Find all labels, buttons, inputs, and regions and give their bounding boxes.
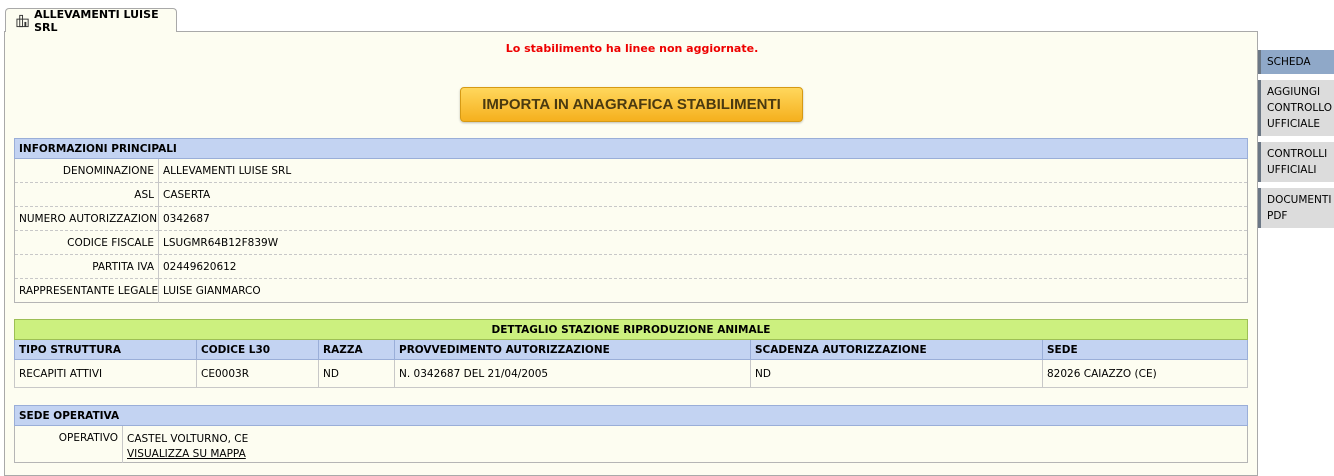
- info-label: NUMERO AUTORIZZAZIONE: [14, 206, 159, 231]
- sede-table: SEDE OPERATIVA OPERATIVO CASTEL VOLTURNO…: [13, 405, 1249, 463]
- info-row: ASL CASERTA: [14, 182, 1248, 207]
- table-cell: N. 0342687 DEL 21/04/2005: [394, 359, 751, 388]
- info-value: ALLEVAMENTI LUISE SRL: [158, 158, 1248, 183]
- info-row: NUMERO AUTORIZZAZIONE 0342687: [14, 206, 1248, 231]
- sidebar-item-documenti-pdf[interactable]: DOCUMENTI PDF: [1258, 188, 1334, 228]
- info-table: INFORMAZIONI PRINCIPALI DENOMINAZIONE ALL…: [13, 138, 1249, 303]
- info-row: CODICE FISCALE LSUGMR64B12F839W: [14, 230, 1248, 255]
- tab-stabilimento[interactable]: ALLEVAMENTI LUISE SRL: [5, 7, 177, 34]
- map-link[interactable]: VISUALIZZA SU MAPPA: [127, 447, 1243, 462]
- info-header: INFORMAZIONI PRINCIPALI: [13, 138, 1249, 159]
- detail-column-headers: TIPO STRUTTURA CODICE L30 RAZZA PROVVEDI…: [14, 339, 1249, 360]
- column-header: RAZZA: [318, 339, 395, 360]
- table-cell: ND: [318, 359, 395, 388]
- column-header: TIPO STRUTTURA: [14, 339, 197, 360]
- info-value: LUISE GIANMARCO: [158, 278, 1248, 303]
- sede-label: OPERATIVO: [14, 425, 123, 463]
- column-header: CODICE L30: [196, 339, 319, 360]
- detail-header: DETTAGLIO STAZIONE RIPRODUZIONE ANIMALE: [13, 319, 1249, 340]
- table-row: RECAPITI ATTIVI CE0003R ND N. 0342687 DE…: [14, 359, 1249, 388]
- alert-message: Lo stabilimento ha linee non aggiornate.: [505, 42, 759, 55]
- sede-header: SEDE OPERATIVA: [13, 405, 1249, 426]
- sidebar-item-scheda[interactable]: SCHEDA: [1258, 50, 1334, 74]
- sede-value: CASTEL VOLTURNO, CE VISUALIZZA SU MAPPA: [122, 425, 1248, 463]
- info-label: RAPPRESENTANTE LEGALE: [14, 278, 159, 303]
- column-header: SCADENZA AUTORIZZAZIONE: [750, 339, 1043, 360]
- column-header: PROVVEDIMENTO AUTORIZZAZIONE: [394, 339, 751, 360]
- info-value: 02449620612: [158, 254, 1248, 279]
- info-row: DENOMINAZIONE ALLEVAMENTI LUISE SRL: [14, 158, 1248, 183]
- info-value: 0342687: [158, 206, 1248, 231]
- tab-title: ALLEVAMENTI LUISE SRL: [34, 7, 159, 34]
- table-cell: 82026 CAIAZZO (CE): [1041, 359, 1249, 388]
- detail-table: DETTAGLIO STAZIONE RIPRODUZIONE ANIMALE …: [13, 319, 1249, 388]
- import-button[interactable]: IMPORTA IN ANAGRAFICA STABILIMENTI: [460, 87, 803, 122]
- info-label: CODICE FISCALE: [14, 230, 159, 255]
- info-label: PARTITA IVA: [14, 254, 159, 279]
- sidebar: SCHEDA AGGIUNGI CONTROLLO UFFICIALE CONT…: [1258, 50, 1334, 234]
- sede-row: OPERATIVO CASTEL VOLTURNO, CE VISUALIZZA…: [14, 425, 1248, 463]
- info-row: PARTITA IVA 02449620612: [14, 254, 1248, 279]
- sidebar-item-aggiungi-controllo[interactable]: AGGIUNGI CONTROLLO UFFICIALE: [1258, 80, 1334, 136]
- table-cell: CE0003R: [196, 359, 319, 388]
- info-label: ASL: [14, 182, 159, 207]
- sede-address: CASTEL VOLTURNO, CE: [127, 433, 249, 445]
- info-row: RAPPRESENTANTE LEGALE LUISE GIANMARCO: [14, 278, 1248, 303]
- building-icon: [16, 14, 29, 27]
- main-panel: Lo stabilimento ha linee non aggiornate.…: [4, 31, 1258, 476]
- table-cell: ND: [750, 359, 1043, 388]
- column-header: SEDE: [1041, 339, 1249, 360]
- info-value: CASERTA: [158, 182, 1248, 207]
- info-label: DENOMINAZIONE: [14, 158, 159, 183]
- sidebar-item-controlli-ufficiali[interactable]: CONTROLLI UFFICIALI: [1258, 142, 1334, 182]
- info-value: LSUGMR64B12F839W: [158, 230, 1248, 255]
- table-cell: RECAPITI ATTIVI: [14, 359, 197, 388]
